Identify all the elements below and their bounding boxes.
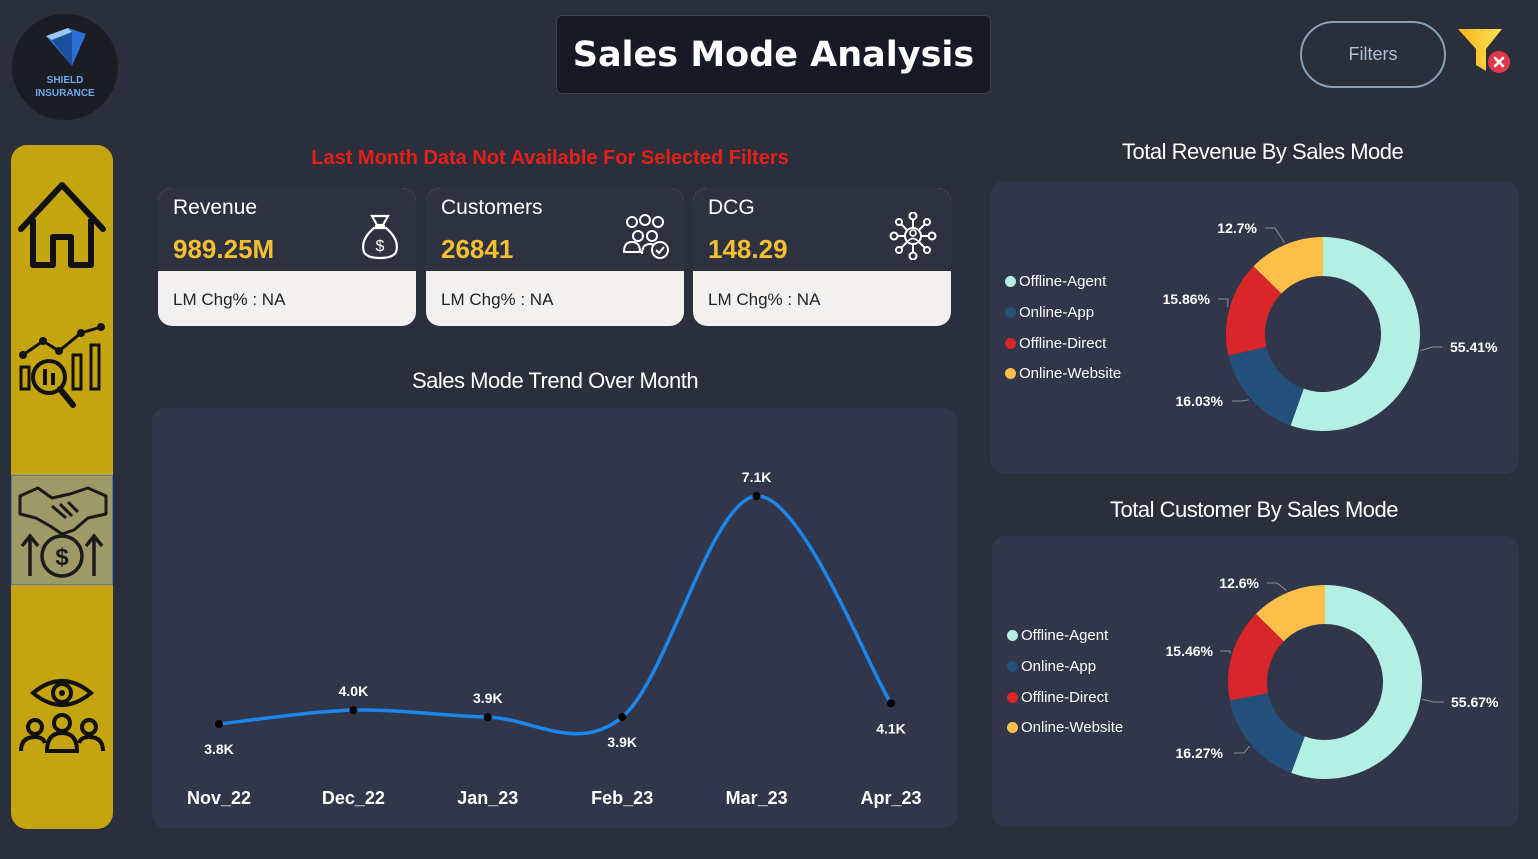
slice-label: 16.03% [1176,393,1224,409]
sidebar-item-analytics[interactable] [11,315,113,415]
slice-label: 15.46% [1166,643,1214,659]
kpi-card-dcg: DCG 148.29 LM Chg% : NA [693,188,951,326]
data-label: 3.9K [473,690,503,706]
trend-chart-title: Sales Mode Trend Over Month [412,368,699,393]
svg-text:$: $ [55,544,69,571]
data-point [618,713,627,722]
kpi-label: Customers [441,196,543,219]
sidebar-item-customer-view[interactable] [11,665,113,755]
x-tick-label: Apr_23 [860,788,921,808]
filters-button-label: Filters [1348,44,1398,64]
customers-icon [622,214,669,259]
leader-line [1422,699,1444,703]
kpi-card-revenue: Revenue 989.25M $ LM Chg% : NA [158,188,416,326]
svg-text:$: $ [376,238,385,255]
x-tick-label: Dec_22 [322,788,385,808]
slice-label: 15.86% [1163,291,1211,307]
trend-chart-panel: 3.8K Nov_22 4.0K Dec_22 3.9K Jan_23 3.9K Feb_23… [152,408,958,828]
trend-line-chart: 3.8K Nov_22 4.0K Dec_22 3.9K Jan_23 3.9K Feb_23… [187,469,922,808]
donut-slice [1228,346,1304,426]
analytics-icon [19,323,105,408]
leader-line [1420,346,1442,352]
kpi-value: 26841 [441,234,514,264]
kpi-value: 989.25M [173,234,275,264]
customer-donut-panel: Offline-Agent Online-App Offline-Direct … [992,536,1519,827]
revenue-donut-panel: Offline-Agent Online-App Offline-Direct … [990,181,1519,474]
data-label: 4.1K [876,720,906,736]
data-point [887,699,895,708]
sidebar-nav: $ [11,145,113,829]
data-label: 3.9K [607,734,637,750]
slice-label: 55.41% [1450,339,1498,355]
x-tick-label: Jan_23 [457,788,518,808]
x-tick-label: Mar_23 [726,788,788,808]
page-title: Sales Mode Analysis [572,34,975,75]
clear-filters-icon[interactable] [1456,25,1514,77]
kpi-change: LM Chg% : NA [441,290,554,309]
leader-line [1218,298,1229,308]
x-tick-label: Nov_22 [187,788,251,808]
data-point [483,713,492,722]
slice-label: 12.6% [1219,575,1259,591]
slice-label: 55.67% [1451,694,1499,710]
data-label: 7.1K [742,469,772,485]
donut-slice [1229,693,1305,773]
kpi-value: 148.29 [708,234,788,264]
customer-donut-title: Total Customer By Sales Mode [1110,497,1399,522]
kpi-change: LM Chg% : NA [173,290,286,309]
filters-button[interactable]: Filters [1300,21,1446,88]
leader-line [1267,582,1288,592]
customer-view-icon [19,679,105,753]
x-tick-label: Feb_23 [591,788,653,808]
data-point [349,706,358,715]
revenue-donut-chart: 55.41% 16.03% 15.86% 12.7% [1163,220,1498,431]
revenue-donut-title: Total Revenue By Sales Mode [1122,139,1404,164]
sales-deal-icon: $ [18,486,108,578]
kpi-label: DCG [708,196,755,219]
page-title-box: Sales Mode Analysis [556,15,991,94]
kpi-card-customers: Customers 26841 LM Chg% : NA [426,188,684,326]
logo-line-2: INSURANCE [35,88,95,99]
data-point [752,492,761,500]
leader-line [1234,745,1250,754]
slice-label: 16.27% [1176,745,1224,761]
shield-logo-icon [46,28,86,66]
logo-text: SHIELD INSURANCE [12,74,118,100]
logo-line-1: SHIELD [46,75,84,86]
data-label: 3.8K [204,741,234,757]
home-icon [18,182,106,268]
money-bag-icon: $ [362,214,398,260]
sidebar-item-sales-mode[interactable]: $ [11,475,113,585]
company-logo: SHIELD INSURANCE [12,14,118,120]
customer-donut-chart: 55.67% 16.27% 15.46% 12.6% [1166,575,1499,779]
data-label: 4.0K [339,683,369,699]
data-point [215,720,223,728]
kpi-change: LM Chg% : NA [708,290,821,309]
sidebar-item-home[interactable] [11,173,113,273]
slice-label: 12.7% [1217,220,1257,236]
leader-line [1220,650,1231,654]
no-data-warning: Last Month Data Not Available For Select… [311,147,789,169]
leader-line [1265,227,1285,244]
trend-line [218,494,893,736]
leader-line [1232,399,1250,402]
network-icon [889,212,937,260]
kpi-label: Revenue [173,196,258,219]
